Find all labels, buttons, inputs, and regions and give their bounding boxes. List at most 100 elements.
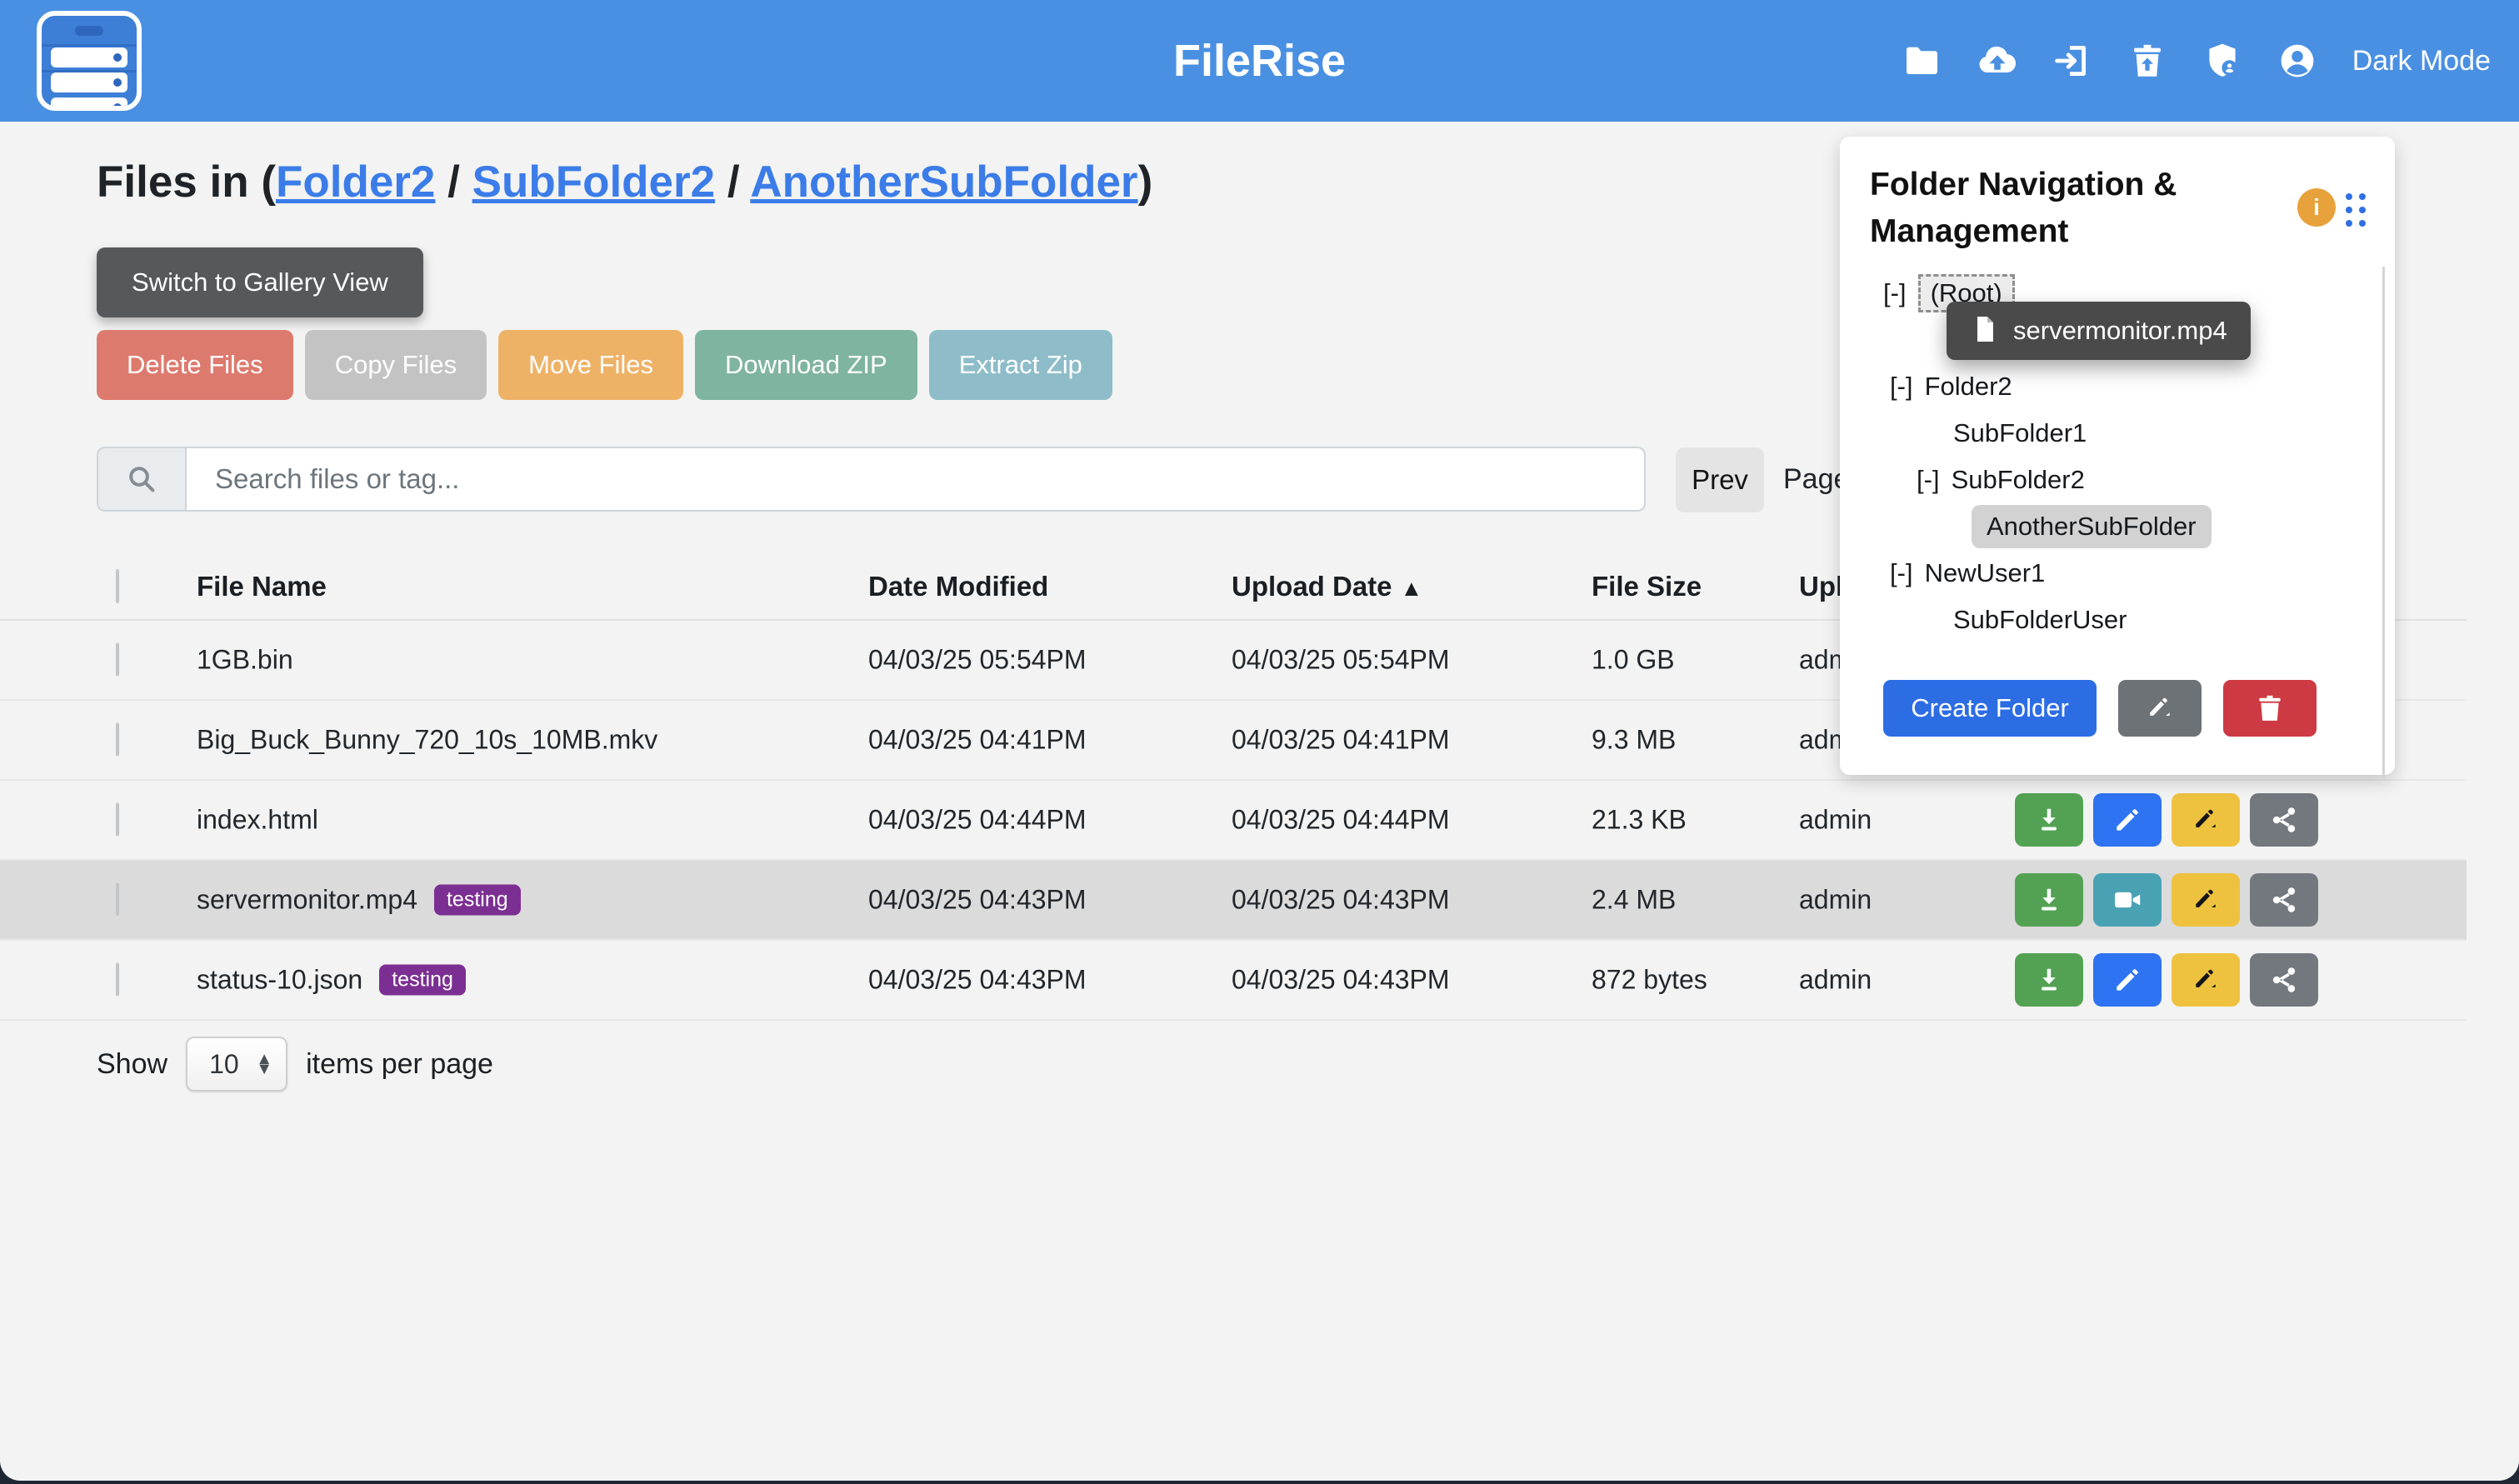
row-checkbox[interactable] <box>116 723 119 757</box>
trash-restore-icon[interactable] <box>2127 41 2167 81</box>
download-button[interactable] <box>2015 953 2083 1007</box>
row-checkbox[interactable] <box>116 803 119 837</box>
file-name[interactable]: 1GB.bin <box>197 645 293 676</box>
column-upload-date[interactable]: Upload Date▲ <box>1232 571 1422 602</box>
folder-icon[interactable] <box>1902 41 1942 81</box>
tree-node-newuser1[interactable]: [-] NewUser1 <box>1840 550 2373 597</box>
collapse-expander-icon[interactable]: [-] <box>1917 465 1940 495</box>
tree-node-subfolder2[interactable]: [-] SubFolder2 <box>1840 457 2373 503</box>
switch-gallery-view-button[interactable]: Switch to Gallery View <box>97 247 423 317</box>
tag-badge: testing <box>434 885 521 916</box>
info-icon[interactable]: i <box>2297 188 2336 227</box>
folder-navigation-panel: Folder Navigation & Management i [-](Roo… <box>1840 137 2395 775</box>
tree-node-label[interactable]: Folder2 <box>1925 372 2012 402</box>
file-size: 1.0 GB <box>1592 645 1675 676</box>
breadcrumb-link-anothersubfolder[interactable]: AnotherSubFolder <box>750 157 1137 207</box>
account-icon[interactable] <box>2277 41 2317 81</box>
delete-folder-button[interactable] <box>2223 680 2317 737</box>
collapse-expander-icon[interactable]: [-] <box>1890 372 1913 402</box>
column-date-modified[interactable]: Date Modified <box>868 571 1048 602</box>
edit-name-button[interactable] <box>2093 793 2162 847</box>
file-name[interactable]: index.html <box>197 805 318 836</box>
upload-date: 04/03/25 04:41PM <box>1232 725 1450 756</box>
move-files-button[interactable]: Move Files <box>498 330 683 400</box>
file-row-status-10.json[interactable]: status-10.json testing 04/03/25 04:43PM 04/… <box>0 941 2467 1021</box>
tree-node-label[interactable]: NewUser1 <box>1925 558 2046 588</box>
search-group <box>97 447 1646 512</box>
row-actions <box>2015 953 2318 1007</box>
tree-node-label[interactable]: SubFolder1 <box>1953 418 2087 448</box>
dark-mode-toggle[interactable]: Dark Mode <box>2352 45 2491 77</box>
uploader: admin <box>1799 885 1872 916</box>
column-file-size[interactable]: File Size <box>1592 571 1702 602</box>
panel-scrollbar[interactable] <box>2382 267 2385 780</box>
file-name[interactable]: status-10.json <box>197 965 362 996</box>
prev-page-button[interactable]: Prev <box>1676 447 1764 512</box>
download-button[interactable] <box>2015 873 2083 927</box>
top-bar: FileRise Dark Mode <box>0 0 2519 122</box>
select-all-checkbox[interactable] <box>116 569 119 603</box>
row-checkbox[interactable] <box>116 883 119 917</box>
video-preview-button[interactable] <box>2093 873 2162 927</box>
breadcrumb-prefix: Files in ( <box>97 157 276 207</box>
topbar-icon-group: Dark Mode <box>1902 0 2491 122</box>
create-folder-button[interactable]: Create Folder <box>1883 680 2097 737</box>
date-modified: 04/03/25 04:43PM <box>868 965 1087 996</box>
zip-files-button[interactable]: Download ZIP <box>695 330 917 400</box>
share-button[interactable] <box>2250 953 2318 1007</box>
breadcrumb-link-subfolder2[interactable]: SubFolder2 <box>472 157 716 207</box>
share-button[interactable] <box>2250 793 2318 847</box>
tree-node-folder2[interactable]: [-] Folder2 <box>1840 363 2373 410</box>
date-modified: 04/03/25 04:44PM <box>868 805 1087 836</box>
row-actions <box>2015 793 2318 847</box>
upload-date: 04/03/25 04:44PM <box>1232 805 1450 836</box>
tree-node-label[interactable]: SubFolderUser <box>1953 605 2127 635</box>
cloud-upload-icon[interactable] <box>1977 41 2017 81</box>
file-name[interactable]: servermonitor.mp4 <box>197 885 417 916</box>
file-name[interactable]: Big_Buck_Bunny_720_10s_10MB.mkv <box>197 725 657 756</box>
bulk-actions-row: Delete FilesCopy FilesMove FilesDownload… <box>97 330 1112 400</box>
uploader: admin <box>1799 805 1872 836</box>
edit-tag-button[interactable] <box>2172 953 2240 1007</box>
collapse-expander-icon[interactable]: [-] <box>1890 558 1913 588</box>
logout-icon[interactable] <box>2052 41 2092 81</box>
extract-files-button[interactable]: Extract Zip <box>929 330 1112 400</box>
column-file-name[interactable]: File Name <box>197 571 327 602</box>
search-input[interactable] <box>185 447 1646 512</box>
row-actions <box>2015 873 2318 927</box>
download-button[interactable] <box>2015 793 2083 847</box>
file-document-icon <box>1970 314 2000 348</box>
edit-name-button[interactable] <box>2093 953 2162 1007</box>
date-modified: 04/03/25 05:54PM <box>868 645 1087 676</box>
collapse-expander-icon[interactable]: [-] <box>1883 278 1907 308</box>
drag-ghost-filename: servermonitor.mp4 <box>2013 316 2227 346</box>
edit-tag-button[interactable] <box>2172 793 2240 847</box>
edit-tag-button[interactable] <box>2172 873 2240 927</box>
rename-folder-button[interactable] <box>2118 680 2202 737</box>
tree-node-label[interactable]: AnotherSubFolder <box>1972 505 2212 548</box>
show-label: Show <box>97 1048 167 1081</box>
delete-files-button[interactable]: Delete Files <box>97 330 293 400</box>
folder-panel-title: Folder Navigation & Management <box>1870 162 2253 255</box>
tree-node-anothersubfolder[interactable]: AnotherSubFolder <box>1840 503 2373 550</box>
row-checkbox[interactable] <box>116 963 119 997</box>
row-checkbox[interactable] <box>116 643 119 677</box>
filerise-app: FileRise Dark Mode Files in (Folder2 / S… <box>0 0 2519 1484</box>
items-per-page-select[interactable]: 10 ▲▼ <box>186 1037 287 1092</box>
breadcrumb-link-folder2[interactable]: Folder2 <box>276 157 435 207</box>
tree-node-subfolderuser[interactable]: SubFolderUser <box>1840 597 2373 643</box>
breadcrumb-suffix: ) <box>1138 157 1153 207</box>
file-row-servermonitor.mp4[interactable]: servermonitor.mp4testing04/03/25 04:43PM… <box>0 861 2467 941</box>
admin-shield-icon[interactable] <box>2202 41 2242 81</box>
file-row-index.html[interactable]: index.html 04/03/25 04:44PM 04/03/25 04:44… <box>0 781 2467 861</box>
date-modified: 04/03/25 04:41PM <box>868 725 1087 756</box>
sort-ascending-icon: ▲ <box>1401 576 1423 601</box>
tag-badge: testing <box>379 965 466 996</box>
uploader: admin <box>1799 965 1872 996</box>
copy-files-button[interactable]: Copy Files <box>305 330 487 400</box>
drag-handle-icon[interactable] <box>2346 193 2366 227</box>
upload-date: 04/03/25 04:43PM <box>1232 965 1450 996</box>
share-button[interactable] <box>2250 873 2318 927</box>
tree-node-subfolder1[interactable]: SubFolder1 <box>1840 410 2373 457</box>
tree-node-label[interactable]: SubFolder2 <box>1952 465 2085 495</box>
